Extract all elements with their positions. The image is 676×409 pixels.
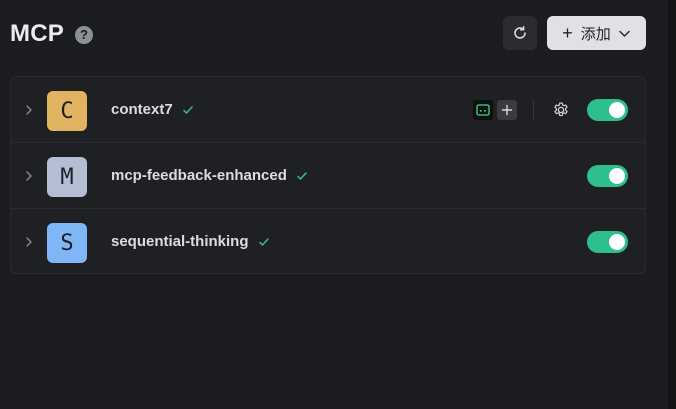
server-avatar: M [47,157,87,197]
page-header: MCP ? [10,16,93,52]
scrollbar-track [668,0,676,409]
toggle-knob [609,102,625,118]
server-avatar: S [47,223,87,263]
chevron-right-icon[interactable] [24,169,34,183]
gear-icon[interactable] [552,101,570,119]
divider [533,100,534,120]
server-name: context7 [111,101,194,118]
page-title: MCP [10,20,64,47]
server-row-sequential-thinking: S sequential-thinking [11,209,645,273]
server-name: sequential-thinking [111,233,270,250]
server-name-label: sequential-thinking [111,233,249,250]
chevron-right-icon[interactable] [24,235,34,249]
check-icon [296,170,308,182]
check-icon [258,236,270,248]
add-tool-button[interactable] [497,100,517,120]
terminal-icon[interactable] [473,100,493,120]
server-row-context7: C context7 [11,77,645,143]
refresh-button[interactable] [503,16,537,50]
toggle-knob [609,234,625,250]
mcp-server-list: C context7 M mcp-feedback-enhanced S seq… [10,76,646,274]
enable-toggle[interactable] [587,231,628,253]
check-icon [182,104,194,116]
plus-icon [501,104,513,116]
toggle-knob [609,168,625,184]
server-row-mcp-feedback-enhanced: M mcp-feedback-enhanced [11,143,645,209]
server-name: mcp-feedback-enhanced [111,167,308,184]
chevron-right-icon[interactable] [24,103,34,117]
add-button-label: 添加 [580,25,611,43]
enable-toggle[interactable] [587,165,628,187]
add-button[interactable]: + 添加 [547,16,646,50]
server-name-label: context7 [111,101,173,118]
refresh-icon [514,26,526,39]
server-name-label: mcp-feedback-enhanced [111,167,287,184]
plus-icon: + [562,23,573,43]
chevron-down-icon [618,27,631,40]
help-icon[interactable]: ? [74,25,93,44]
server-avatar: C [47,91,87,131]
enable-toggle[interactable] [587,99,628,121]
